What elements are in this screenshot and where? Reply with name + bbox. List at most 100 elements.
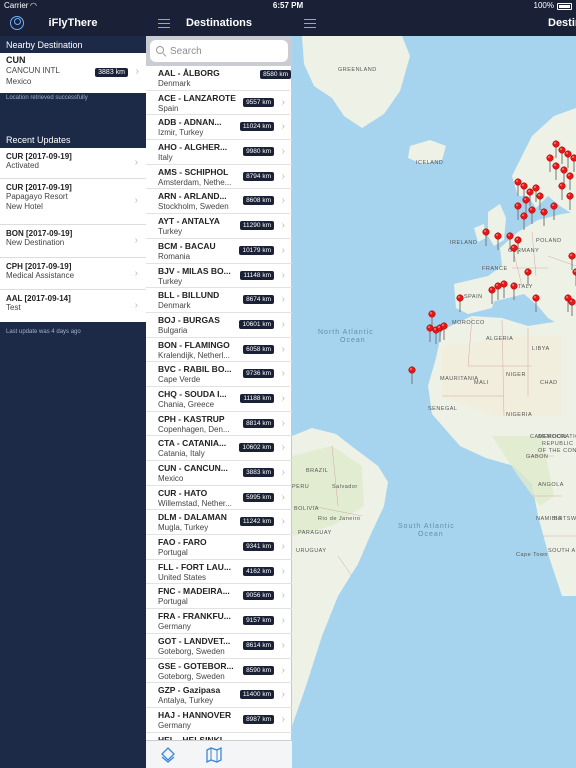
update-item[interactable]: CUR [2017-09-19] Papagayo Resort New Hot… <box>0 179 146 225</box>
destination-row[interactable]: FLL - FORT LAU... United States 4162 km › <box>146 560 292 585</box>
distance-badge: 9157 km <box>243 616 274 626</box>
destination-row[interactable]: GSE - GOTEBOR... Goteborg, Sweden 8590 km › <box>146 659 292 684</box>
destination-row[interactable]: AAL - ÅLBORG Denmark 8580 km <box>146 66 292 91</box>
chevron-right-icon: › <box>281 244 285 256</box>
destination-row[interactable]: BON - FLAMINGO Kralendijk, Netherl... 6058… <box>146 338 292 363</box>
destination-row[interactable]: CPH - KASTRUP Copenhagen, Den... 8814 km › <box>146 412 292 437</box>
destination-pin-icon[interactable] <box>408 366 416 384</box>
map-label-gabon: GABON <box>526 454 548 460</box>
destination-row[interactable]: AYT - ANTALYA Turkey 11290 km › <box>146 214 292 239</box>
destination-pin-icon[interactable] <box>522 196 530 214</box>
destination-name: ACE - LANZAROTE <box>158 92 236 103</box>
update-line: Medical Assistance <box>6 271 75 280</box>
map-label-north-atlantic-2: Ocean <box>340 337 366 344</box>
destination-row[interactable]: BLL - BILLUND Denmark 8674 km › <box>146 288 292 313</box>
destination-name: BCM - BACAU <box>158 240 216 251</box>
destination-name: AAL - ÅLBORG <box>158 68 220 78</box>
tab-list-icon[interactable] <box>160 747 176 763</box>
distance-badge: 9980 km <box>243 147 274 157</box>
destination-row[interactable]: FNC - MADEIRA... Portugal 9056 km › <box>146 584 292 610</box>
distance-badge: 8987 km <box>243 714 274 724</box>
chevron-right-icon: › <box>281 664 285 676</box>
destination-row[interactable]: BOJ - BURGAS Bulgaria 10601 km › <box>146 313 292 338</box>
destination-row[interactable]: HEL - HELSINKI› <box>146 733 292 740</box>
app-title: iFlyThere <box>48 17 98 29</box>
map-label-republic: REPUBLIC <box>542 441 574 447</box>
destination-row[interactable]: GZP - Gazipasa Antalya, Turkey 11400 km › <box>146 683 292 708</box>
destination-name: FRA - FRANKFU... <box>158 611 231 622</box>
destination-country: Mugla, Turkey <box>158 523 209 533</box>
destination-row[interactable]: BCM - BACAU Romania 10179 km › <box>146 239 292 264</box>
destination-country: Germany <box>158 622 191 632</box>
chevron-right-icon: › <box>281 343 285 355</box>
destination-name: FNC - MADEIRA... <box>158 586 230 597</box>
update-item[interactable]: BON [2017-09-19] New Destination › <box>0 225 146 258</box>
menu-icon[interactable] <box>304 19 316 28</box>
destination-row[interactable]: CHQ - SOUDA I... Chania, Greece 11188 km › <box>146 387 292 412</box>
destination-country: Copenhagen, Den... <box>158 424 230 434</box>
update-item[interactable]: CUR [2017-09-19] Activated › <box>0 148 146 179</box>
destination-row[interactable]: HAJ - HANNOVER Germany 8987 km › <box>146 708 292 733</box>
destination-row[interactable]: AMS - SCHIPHOL Amsterdam, Nethe... 8794 km… <box>146 165 292 190</box>
chevron-right-icon: › <box>281 368 285 380</box>
destination-country: Goteborg, Sweden <box>158 646 225 656</box>
tab-map-icon[interactable] <box>206 746 222 764</box>
destination-row[interactable]: AHO - ALGHER... Italy 9980 km › <box>146 140 292 165</box>
destination-country: Bulgaria <box>158 325 188 335</box>
destination-country: Turkey <box>158 227 183 237</box>
destination-name: ADB - ADNAN... <box>158 117 222 128</box>
update-item[interactable]: AAL [2017-09-14] Test › <box>0 290 146 322</box>
destination-pin-icon[interactable] <box>528 206 536 224</box>
map-label-rio: Rio de Janeiro <box>318 516 360 522</box>
world-map[interactable]: GREENLANDICELANDIRELANDGERMANYPOLANDFRAN… <box>292 36 576 768</box>
destination-name: AYT - ANTALYA <box>158 216 220 227</box>
destination-pin-icon[interactable] <box>514 202 522 220</box>
distance-badge: 4162 km <box>243 566 274 576</box>
destination-row[interactable]: FRA - FRANKFU... Germany 9157 km › <box>146 609 292 634</box>
destination-pin-icon[interactable] <box>426 324 434 342</box>
destination-row[interactable]: DLM - DALAMAN Mugla, Turkey 11242 km › <box>146 510 292 536</box>
destination-row[interactable]: CUR - HATO Willemstad, Nether... 5995 km › <box>146 486 292 511</box>
map-label-morocco: MOROCCO <box>452 320 485 326</box>
destination-row[interactable]: CUN - CANCUN... Mexico 3883 km › <box>146 461 292 486</box>
chevron-right-icon: › <box>134 195 138 206</box>
map-label-angola: ANGOLA <box>538 482 564 488</box>
distance-badge: 6058 km <box>243 344 274 354</box>
destination-row[interactable]: ACE - LANZAROTE Spain 9557 km › <box>146 91 292 116</box>
update-title: AAL [2017-09-14] <box>6 294 71 303</box>
destination-name: AMS - SCHIPHOL <box>158 166 229 177</box>
map-label-dr-congo: DEMOCRATIC <box>538 434 576 440</box>
location-status: Location retrieved successfully <box>6 95 88 101</box>
destinations-navbar: Destinations <box>146 12 292 36</box>
nearby-destination-card[interactable]: CUN CANCUN INTL Mexico 3883 km › <box>0 53 146 93</box>
destination-row[interactable]: GOT - LANDVET... Goteborg, Sweden 8614 km › <box>146 634 292 659</box>
search-box[interactable] <box>150 40 288 62</box>
destinations-list[interactable]: AAL - ÅLBORG Denmark 8580 km ACE - LANZAROT… <box>146 66 292 740</box>
update-line: Papagayo Resort <box>6 192 68 201</box>
nearby-code: CUN <box>6 55 26 65</box>
destination-name: BOJ - BURGAS <box>158 314 220 325</box>
map-label-peru: PERU <box>292 484 309 490</box>
destination-country: Izmir, Turkey <box>158 128 204 138</box>
map-label-italy: ITALY <box>516 284 533 290</box>
map-label-botswana: BOTSWANA <box>554 516 576 522</box>
greenland-land <box>302 36 410 128</box>
destination-row[interactable]: ADB - ADNAN... Izmir, Turkey 11024 km › <box>146 115 292 141</box>
chevron-right-icon: › <box>281 96 285 108</box>
search-input[interactable] <box>170 43 280 59</box>
update-title: CUR [2017-09-19] <box>6 152 72 161</box>
chevron-right-icon: › <box>281 639 285 651</box>
destination-row[interactable]: ARN - ARLAND... Stockholm, Sweden 8608 km › <box>146 189 292 215</box>
chevron-right-icon: › <box>281 294 285 306</box>
destination-row[interactable]: FAO - FARO Portugal 9341 km › <box>146 535 292 560</box>
update-item[interactable]: CPH [2017-09-19] Medical Assistance › <box>0 258 146 290</box>
clock: 6:57 PM <box>272 1 304 10</box>
destination-row[interactable]: BJV - MILAS BO... Turkey 11148 km › <box>146 264 292 289</box>
destination-row[interactable]: BVC - RABIL BO... Cape Verde 9736 km › <box>146 362 292 387</box>
destination-row[interactable]: CTA - CATANIA... Catania, Italy 10602 km › <box>146 436 292 461</box>
destination-country: Turkey <box>158 276 183 286</box>
chevron-right-icon: › <box>281 170 285 182</box>
destination-name: BVC - RABIL BO... <box>158 364 232 375</box>
destination-country: Italy <box>158 153 173 163</box>
search-bar <box>146 36 292 66</box>
